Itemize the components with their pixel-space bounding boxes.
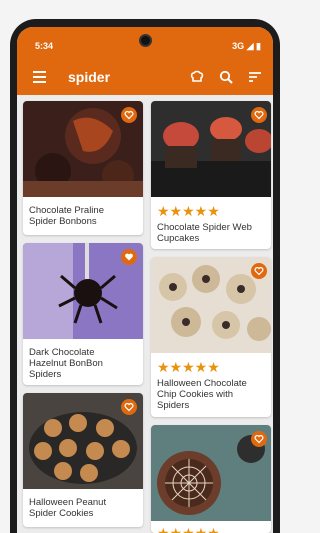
sort-icon[interactable] [247, 69, 263, 85]
favorite-button[interactable] [251, 263, 267, 279]
recipe-title: Dark Chocolate Hazelnut BonBon Spiders [29, 347, 103, 380]
recipe-title: Halloween Chocolate Chip Cookies with Sp… [157, 378, 247, 411]
favorite-button[interactable] [121, 107, 137, 123]
chef-hat-icon[interactable] [189, 69, 205, 85]
status-time: 5:34 [35, 41, 54, 51]
favorite-button[interactable] [121, 399, 137, 415]
camera-cutout [139, 34, 152, 47]
menu-icon[interactable] [33, 71, 46, 83]
heart-icon [254, 435, 264, 444]
recipe-card[interactable]: Halloween Peanut Spider Cookies [23, 393, 143, 527]
recipe-card[interactable]: ★★★★★ Halloween Chocolate Chip Cookies w… [151, 257, 271, 417]
heart-icon [254, 111, 264, 120]
favorite-button[interactable] [251, 107, 267, 123]
app-screen: 5:34 3G ◢ ▮ spider Chocolate Praline Spi… [17, 27, 273, 533]
heart-icon [124, 111, 134, 120]
recipe-card[interactable]: Dark Chocolate Hazelnut BonBon Spiders [23, 243, 143, 385]
recipe-card[interactable]: ★★★★★ [151, 425, 271, 533]
recipe-title: Halloween Peanut Spider Cookies [29, 497, 107, 519]
favorite-button[interactable] [251, 431, 267, 447]
star-rating: ★★★★★ [157, 525, 220, 533]
recipe-title: Chocolate Praline Spider Bonbons [29, 205, 104, 227]
star-rating: ★★★★★ [157, 359, 220, 375]
app-bar: spider [17, 61, 273, 95]
heart-icon [125, 253, 133, 261]
status-bar: 5:34 3G ◢ ▮ [17, 27, 273, 61]
heart-icon [124, 403, 134, 412]
page-title: spider [68, 69, 111, 85]
heart-icon [254, 267, 264, 276]
recipe-card[interactable]: Chocolate Praline Spider Bonbons [23, 101, 143, 235]
star-rating: ★★★★★ [157, 203, 220, 219]
recipe-grid: Chocolate Praline Spider Bonbons ★★★★★ C… [17, 95, 273, 533]
recipe-card[interactable]: ★★★★★ Chocolate Spider Web Cupcakes [151, 101, 271, 249]
search-icon[interactable] [218, 69, 234, 85]
status-signal-battery: 3G ◢ ▮ [232, 41, 261, 51]
favorite-button[interactable] [121, 249, 137, 265]
recipe-title: Chocolate Spider Web Cupcakes [157, 222, 252, 244]
